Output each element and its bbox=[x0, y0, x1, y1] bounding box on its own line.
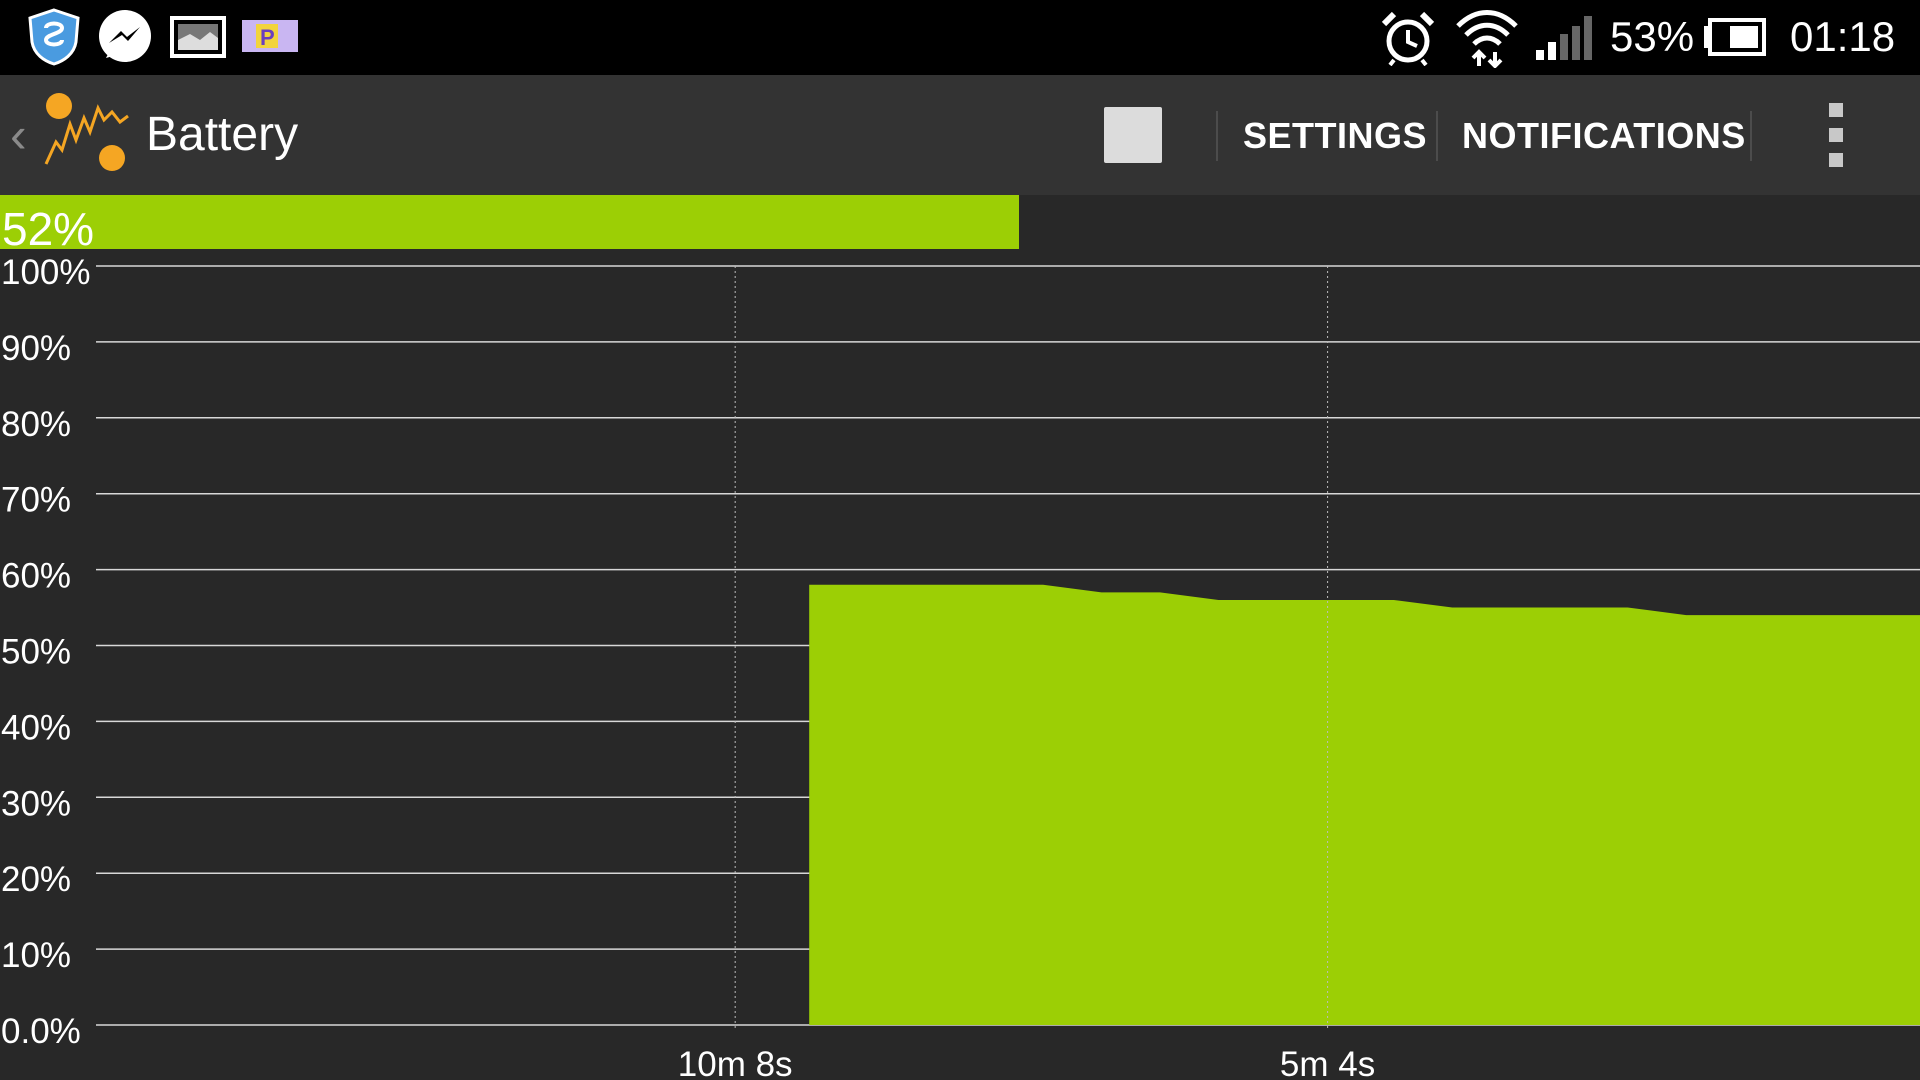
y-tick-label: 100% bbox=[1, 253, 91, 292]
overflow-menu-icon[interactable] bbox=[1826, 103, 1846, 167]
battery-icon bbox=[1704, 18, 1766, 56]
wifi-icon bbox=[1456, 10, 1518, 68]
y-tick-label: 70% bbox=[1, 481, 71, 520]
stop-button[interactable] bbox=[1104, 107, 1162, 163]
y-tick-label: 20% bbox=[1, 860, 71, 899]
clock-text: 01:18 bbox=[1790, 13, 1896, 60]
settings-button[interactable]: SETTINGS bbox=[1243, 115, 1427, 157]
x-tick-label: 10m 8s bbox=[678, 1045, 793, 1080]
y-tick-label: 10% bbox=[1, 936, 71, 975]
back-icon[interactable]: ‹ bbox=[10, 105, 27, 165]
y-tick-label: 90% bbox=[1, 329, 71, 368]
signal-icon bbox=[1536, 16, 1592, 60]
divider bbox=[1750, 111, 1752, 161]
status-bar: P 53% 01:18 bbox=[0, 0, 1920, 75]
page-title: Battery bbox=[146, 108, 299, 161]
battery-monitor-logo-icon[interactable] bbox=[42, 92, 132, 178]
shield-icon bbox=[28, 8, 80, 66]
divider bbox=[1436, 111, 1438, 161]
y-tick-label: 40% bbox=[1, 708, 71, 747]
y-tick-label: 50% bbox=[1, 633, 71, 672]
notifications-button[interactable]: NOTIFICATIONS bbox=[1462, 115, 1746, 157]
y-tick-label: 80% bbox=[1, 405, 71, 444]
parking-app-icon: P bbox=[242, 20, 298, 52]
y-tick-label: 0.0% bbox=[1, 1012, 81, 1051]
y-tick-label: 30% bbox=[1, 784, 71, 823]
svg-text:P: P bbox=[260, 25, 275, 50]
battery-level-label: 52% bbox=[2, 203, 95, 255]
divider bbox=[1216, 111, 1218, 161]
battery-level-area bbox=[809, 584, 1920, 1025]
battery-level-bar bbox=[0, 195, 1019, 249]
messenger-icon bbox=[99, 10, 151, 62]
alarm-icon bbox=[1381, 11, 1435, 66]
y-tick-label: 60% bbox=[1, 557, 71, 596]
battery-percent-text: 53% bbox=[1610, 13, 1695, 60]
battery-history-chart: 0.0% 10% 20% 30% 40% 50% 60% 70% 80% 90% 100% 10m … bbox=[1, 253, 1920, 1080]
x-tick-label: 5m 4s bbox=[1280, 1045, 1375, 1080]
action-bar: ‹ Battery SETTINGS NOTIFICATIONS bbox=[0, 75, 1920, 195]
image-icon bbox=[170, 16, 226, 58]
